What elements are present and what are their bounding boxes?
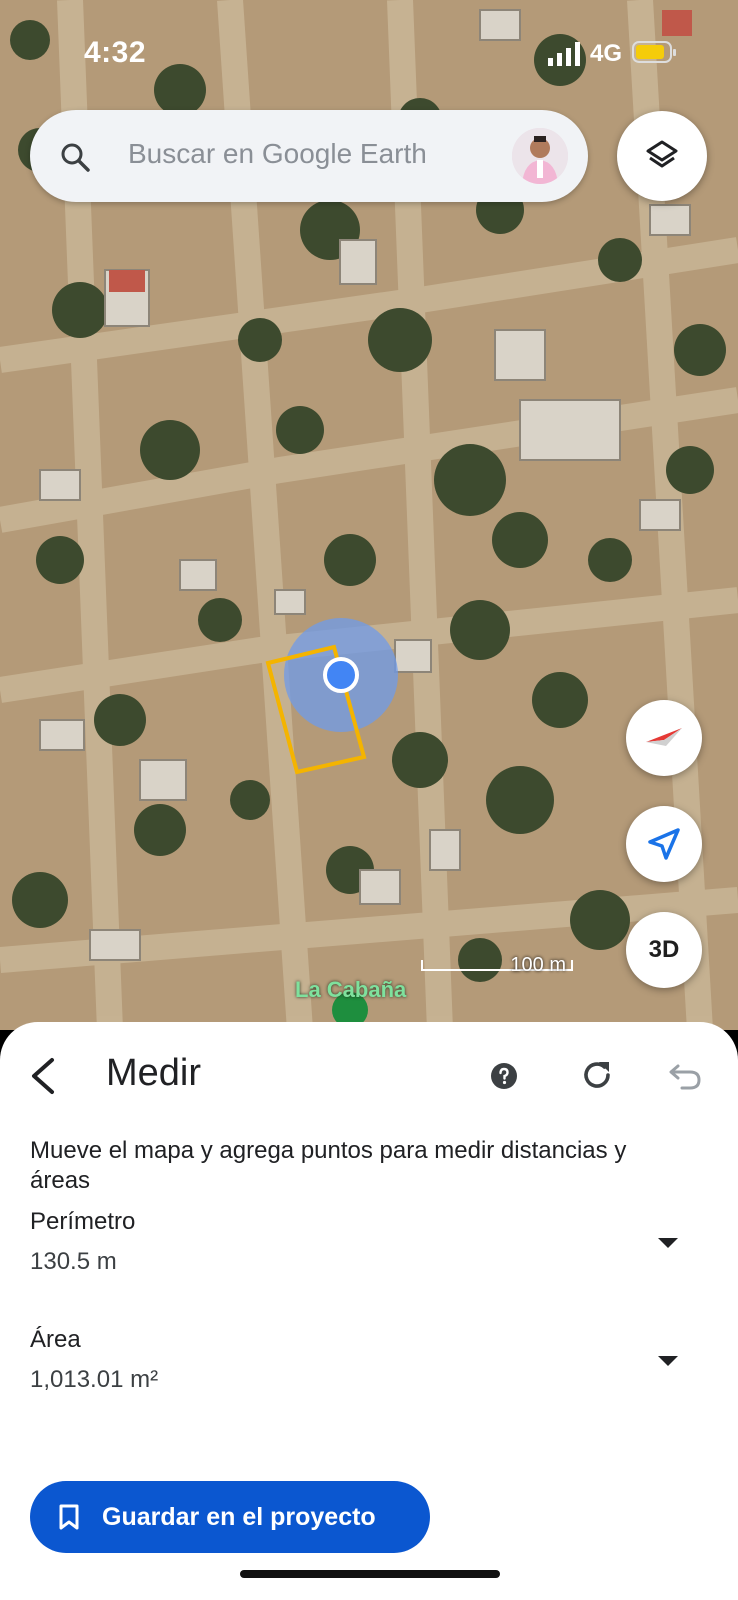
undo-icon[interactable] xyxy=(668,1058,702,1092)
search-placeholder: Buscar en Google Earth xyxy=(128,138,427,169)
perimeter-label: Perímetro xyxy=(30,1208,136,1235)
account-avatar[interactable] xyxy=(512,128,568,184)
help-icon[interactable] xyxy=(490,1062,518,1090)
compass-icon xyxy=(646,728,682,746)
area-value: 1,013.01 m² xyxy=(30,1366,159,1393)
back-arrow-icon[interactable] xyxy=(26,1056,62,1096)
location-dot xyxy=(323,657,359,693)
bookmark-icon xyxy=(59,1504,79,1530)
panel-title: Medir xyxy=(106,1052,202,1094)
area-dropdown-icon[interactable] xyxy=(658,1356,678,1366)
search-bar[interactable]: Buscar en Google Earth xyxy=(30,110,588,202)
place-label[interactable]: La Cabaña xyxy=(295,977,406,1003)
perimeter-row[interactable]: Perímetro 130.5 m xyxy=(30,1208,710,1276)
signal-icon xyxy=(548,42,580,66)
save-button-label: Guardar en el proyecto xyxy=(102,1503,376,1531)
perimeter-dropdown-icon[interactable] xyxy=(658,1238,678,1248)
measure-panel: Medir Mueve el mapa y agrega puntos para… xyxy=(0,1022,738,1600)
map-scale: 100 m xyxy=(420,954,586,988)
layers-icon xyxy=(646,140,678,168)
compass-button[interactable] xyxy=(626,700,702,776)
reset-icon[interactable] xyxy=(578,1056,616,1094)
scale-label: 100 m xyxy=(510,954,566,976)
my-location-button[interactable] xyxy=(626,806,702,882)
area-label: Área xyxy=(30,1326,81,1353)
save-to-project-button[interactable]: Guardar en el proyecto xyxy=(30,1481,430,1553)
3d-toggle-button[interactable]: 3D xyxy=(626,912,702,988)
status-bar: 4:32 4G xyxy=(0,0,738,110)
navigation-arrow-icon xyxy=(648,828,680,860)
user-avatar-icon xyxy=(512,128,568,184)
area-row[interactable]: Área 1,013.01 m² xyxy=(30,1326,710,1394)
perimeter-value: 130.5 m xyxy=(30,1248,117,1275)
measure-instructions: Mueve el mapa y agrega puntos para medir… xyxy=(30,1137,627,1194)
search-icon xyxy=(61,143,90,172)
battery-icon xyxy=(632,41,676,63)
status-time: 4:32 xyxy=(84,36,147,69)
3d-label: 3D xyxy=(648,936,680,963)
home-indicator xyxy=(240,1570,500,1578)
layers-button[interactable] xyxy=(617,111,707,201)
network-type: 4G xyxy=(590,40,623,67)
